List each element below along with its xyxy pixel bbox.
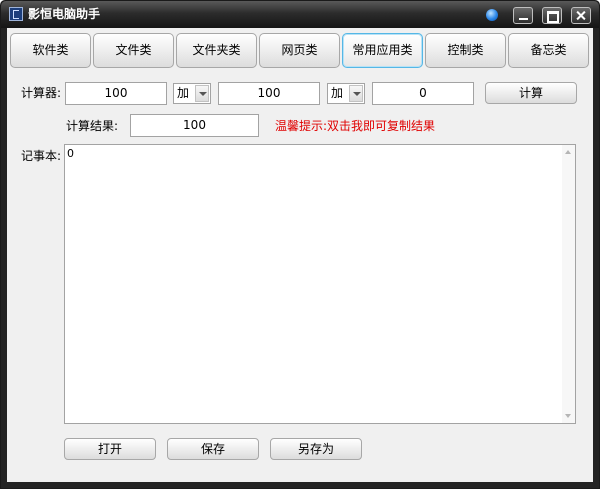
tab-control[interactable]: 控制类: [425, 33, 506, 68]
tab-files[interactable]: 文件类: [93, 33, 174, 68]
title-bar[interactable]: 影恒电脑助手: [1, 1, 599, 28]
operand2-input[interactable]: 100: [218, 82, 320, 105]
calculate-button[interactable]: 计算: [485, 82, 577, 104]
copy-hint[interactable]: 温馨提示:双击我即可复制结果: [275, 119, 435, 134]
chevron-down-icon[interactable]: [195, 85, 209, 102]
minimize-button[interactable]: [513, 7, 533, 24]
pin-icon[interactable]: [486, 9, 498, 21]
scroll-up-icon[interactable]: [565, 150, 571, 154]
result-label: 计算结果:: [66, 119, 119, 133]
app-window: 影恒电脑助手 软件类 文件类 文件夹类 网页类 常用应用类 控制类 备忘类 计算…: [0, 0, 600, 489]
notepad-label: 记事本:: [21, 149, 62, 163]
open-button[interactable]: 打开: [64, 438, 156, 460]
notepad-scrollbar[interactable]: [562, 145, 575, 423]
chevron-down-icon[interactable]: [349, 85, 363, 102]
operator2-value: 加: [331, 86, 344, 100]
save-as-button[interactable]: 另存为: [270, 438, 362, 460]
tab-software[interactable]: 软件类: [10, 33, 91, 68]
operator2-select[interactable]: 加: [327, 83, 365, 104]
close-button[interactable]: [571, 7, 591, 24]
operand1-input[interactable]: 100: [65, 82, 167, 105]
operator1-select[interactable]: 加: [173, 83, 211, 104]
save-button[interactable]: 保存: [167, 438, 259, 460]
tab-memo[interactable]: 备忘类: [508, 33, 589, 68]
result-field[interactable]: 100: [130, 114, 259, 137]
main-panel: 软件类 文件类 文件夹类 网页类 常用应用类 控制类 备忘类 计算器: 100 …: [7, 28, 593, 482]
maximize-button[interactable]: [542, 7, 562, 24]
window-title: 影恒电脑助手: [28, 7, 101, 21]
notepad-textarea[interactable]: 0: [64, 144, 576, 424]
tab-web[interactable]: 网页类: [259, 33, 340, 68]
tab-folders[interactable]: 文件夹类: [176, 33, 257, 68]
notepad-content: 0: [67, 147, 74, 160]
operator1-value: 加: [177, 86, 190, 100]
tab-common-apps[interactable]: 常用应用类: [342, 33, 423, 68]
scroll-down-icon[interactable]: [565, 414, 571, 418]
calculator-label: 计算器:: [21, 86, 62, 100]
operand3-input[interactable]: 0: [372, 82, 474, 105]
app-icon: [9, 7, 23, 21]
